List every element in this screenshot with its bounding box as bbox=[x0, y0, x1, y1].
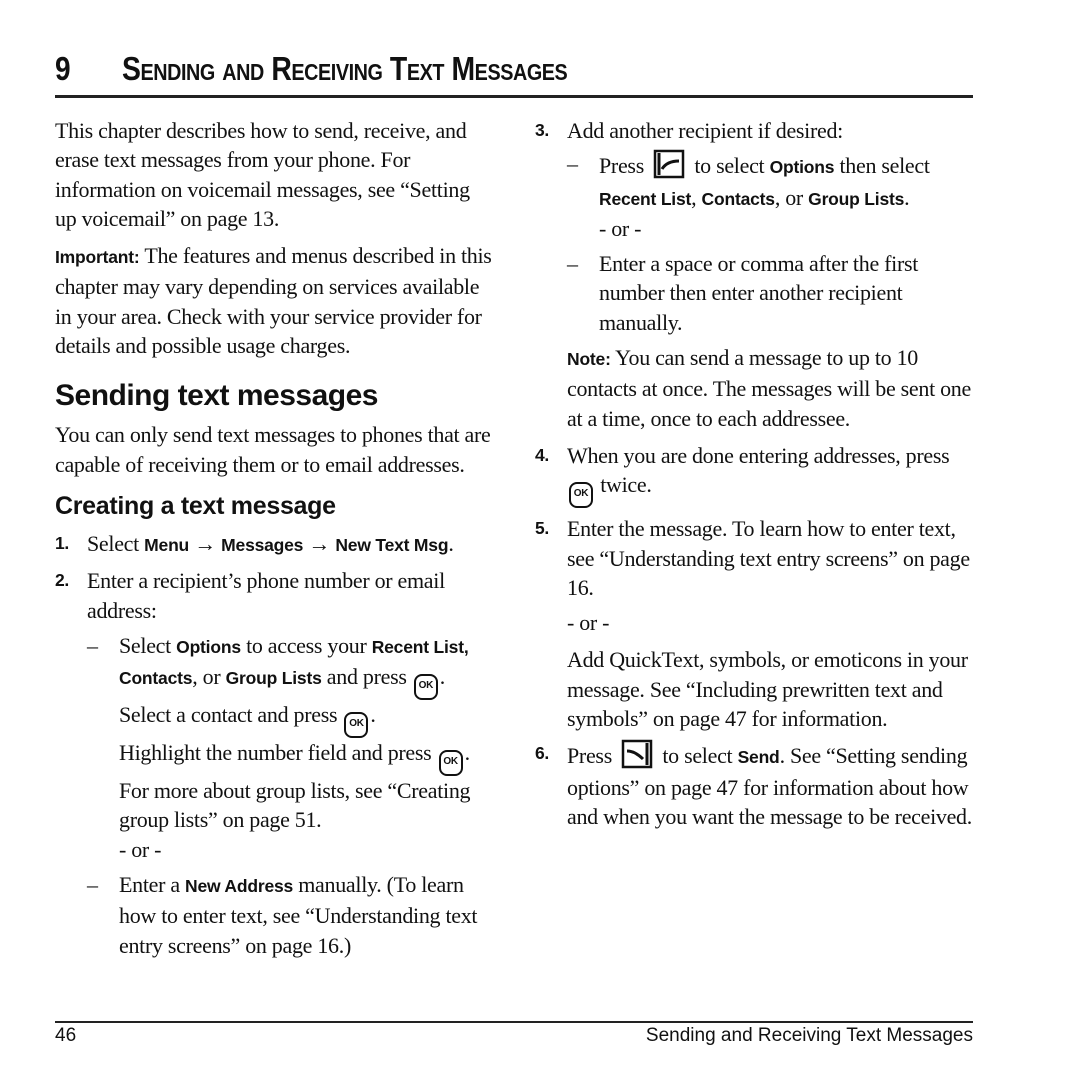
ok-key-icon: OK bbox=[569, 482, 593, 509]
header-rule bbox=[55, 95, 973, 98]
group-lists-label: Group Lists bbox=[808, 188, 905, 209]
text: . bbox=[370, 702, 376, 728]
text: Select a contact and press bbox=[119, 702, 343, 728]
section-title: Sending text messages bbox=[55, 379, 378, 413]
step-number: 4. bbox=[535, 444, 549, 465]
text: twice. bbox=[595, 472, 652, 498]
messages-label: Messages bbox=[221, 534, 304, 555]
contacts-label: Contacts bbox=[119, 668, 193, 689]
dash: – bbox=[567, 151, 578, 177]
step-number: 6. bbox=[535, 743, 549, 764]
recent-list-label: Recent List bbox=[599, 188, 692, 209]
send-label: Send bbox=[737, 747, 780, 768]
dash-item: – Select Options to access your Recent L… bbox=[87, 631, 495, 864]
step-number: 5. bbox=[535, 518, 549, 539]
right-soft-key-icon bbox=[621, 740, 653, 769]
dash: – bbox=[567, 251, 578, 277]
text: Enter a bbox=[119, 872, 186, 898]
footer-rule bbox=[55, 1021, 973, 1023]
period: . bbox=[448, 530, 454, 556]
ok-key-icon: OK bbox=[438, 750, 463, 777]
menu-label: Menu bbox=[144, 534, 190, 555]
step-text: Select bbox=[87, 530, 145, 556]
step-3: 3. Add another recipient if desired: – P… bbox=[535, 116, 975, 337]
recent-list-label: Recent List, bbox=[371, 636, 469, 657]
step-2-options: – Select Options to access your Recent L… bbox=[55, 631, 495, 960]
dash: – bbox=[87, 632, 98, 658]
dash-item: – Enter a New Address manually. (To lear… bbox=[87, 870, 495, 960]
left-column: This chapter describes how to send, rece… bbox=[55, 116, 495, 966]
text: to select bbox=[689, 153, 770, 179]
text: to select bbox=[657, 743, 738, 769]
arrow: → bbox=[189, 530, 222, 556]
contacts-label: Contacts bbox=[701, 188, 775, 209]
section-intro: You can only send text messages to phone… bbox=[55, 422, 491, 477]
chapter-number: 9 bbox=[55, 50, 71, 87]
important-label: Important: bbox=[55, 247, 140, 268]
arrow: → bbox=[303, 530, 336, 556]
chapter-title: Sending and Receiving Text Messages bbox=[122, 50, 568, 87]
intro-paragraph: This chapter describes how to send, rece… bbox=[55, 118, 470, 231]
text: and press bbox=[321, 664, 412, 690]
text: Enter a space or comma after the first n… bbox=[599, 251, 919, 335]
options-label: Options bbox=[176, 636, 241, 657]
text: . bbox=[439, 664, 446, 690]
step-text: Enter a recipient’s phone number or emai… bbox=[87, 568, 445, 623]
dash-item: – Press to select Options then select Re… bbox=[567, 149, 975, 243]
text: . bbox=[904, 184, 910, 210]
text: When you are done entering addresses, pr… bbox=[567, 442, 950, 468]
step-4: 4. When you are done entering addresses,… bbox=[535, 441, 975, 509]
text: , or bbox=[774, 184, 809, 210]
dash-item: – Enter a space or comma after the first… bbox=[567, 249, 975, 337]
text: then select bbox=[834, 153, 930, 179]
important-note: Important: The features and menus descri… bbox=[55, 241, 495, 360]
note-text: You can send a message to up to 10 conta… bbox=[567, 345, 971, 431]
dash: – bbox=[87, 872, 98, 898]
step-number: 1. bbox=[55, 532, 69, 553]
page-number: 46 bbox=[55, 1025, 77, 1046]
text: , bbox=[691, 184, 702, 210]
ok-key-icon: OK bbox=[413, 674, 438, 701]
text: . bbox=[464, 740, 471, 766]
group-lists-label: Group Lists bbox=[225, 668, 322, 689]
chapter-header: 9 Sending and Receiving Text Messages bbox=[55, 48, 973, 96]
subsection-title: Creating a text message bbox=[55, 491, 336, 520]
ok-key-icon: OK bbox=[344, 712, 369, 739]
step-number: 2. bbox=[55, 570, 69, 591]
or-separator: - or - bbox=[599, 215, 642, 241]
text: to access your bbox=[240, 632, 372, 658]
step-1: 1. Select Menu → Messages → New Text Msg… bbox=[55, 529, 495, 560]
text: Press bbox=[567, 743, 618, 769]
new-address-label: New Address bbox=[185, 876, 294, 897]
text: Highlight the number field and press bbox=[119, 740, 437, 766]
text: Select bbox=[119, 632, 177, 658]
step-5-alt: Add QuickText, symbols, or emoticons in … bbox=[567, 647, 968, 732]
step-2: 2. Enter a recipient’s phone number or e… bbox=[55, 566, 495, 625]
step-text: Add another recipient if desired: bbox=[567, 118, 843, 143]
or-separator: - or - bbox=[119, 836, 162, 862]
note-label: Note: bbox=[567, 349, 611, 370]
new-text-msg-label: New Text Msg bbox=[335, 534, 449, 555]
text: , or bbox=[192, 664, 226, 690]
step-6: 6. Press to select Send. See “Setting se… bbox=[535, 739, 975, 831]
running-title: Sending and Receiving Text Messages bbox=[645, 1025, 973, 1046]
step-text: Enter the message. To learn how to enter… bbox=[567, 516, 970, 600]
text: Press bbox=[599, 153, 650, 179]
note: Note: You can send a message to up to 10… bbox=[535, 343, 975, 433]
text: For more about group lists, see “Creatin… bbox=[119, 778, 471, 833]
right-column: 3. Add another recipient if desired: – P… bbox=[535, 116, 975, 837]
options-label: Options bbox=[769, 157, 835, 178]
left-soft-key-icon bbox=[653, 150, 685, 179]
or-separator: - or - bbox=[567, 610, 610, 636]
step-number: 3. bbox=[535, 120, 549, 140]
step-5: 5. Enter the message. To learn how to en… bbox=[535, 514, 975, 733]
